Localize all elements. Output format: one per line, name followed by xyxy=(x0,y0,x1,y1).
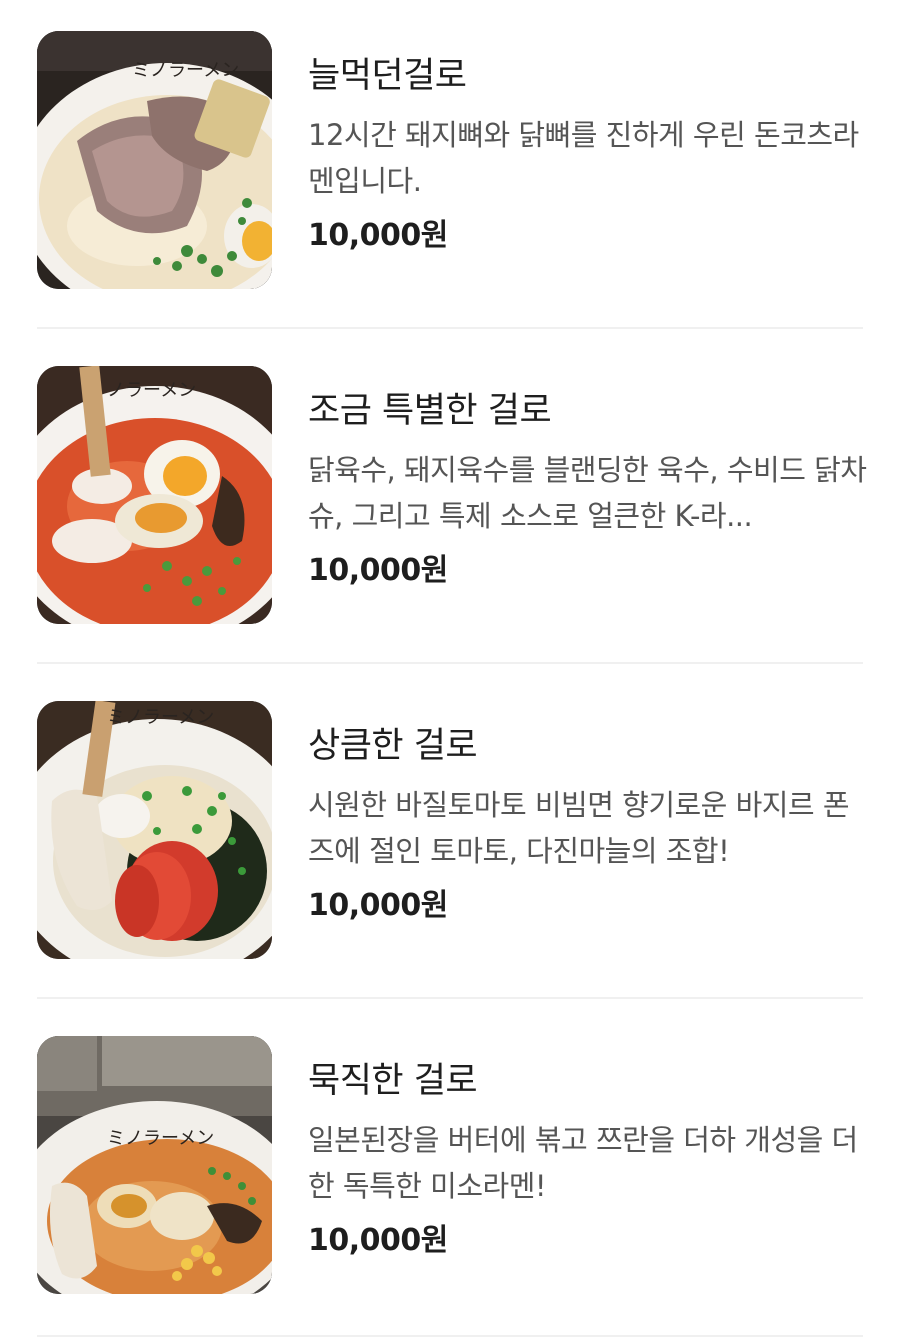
menu-item-photo: ミノラーメン xyxy=(37,701,272,959)
menu-item-description: 시원한 바질토마토 비빔면 향기로운 바지르 폰즈에 절인 토마토, 다진마늘의… xyxy=(308,788,850,868)
bowl-label: ノラーメン xyxy=(107,380,196,401)
divider xyxy=(37,662,863,664)
menu-item-description: 닭육수, 돼지육수를 블랜딩한 육수, 수비드 닭차슈, 그리고 특제 소스로 … xyxy=(308,453,867,533)
menu-item-price: 10,000원 xyxy=(308,1223,448,1258)
spicy-ramen-photo: ノラーメン xyxy=(37,366,272,624)
menu-item-description: 일본된장을 버터에 볶고 쯔란을 더하 개성을 더한 독특한 미소라멘! xyxy=(308,1123,858,1203)
menu-item[interactable]: ノラーメン 조금 특별한 걸로 닭육수, 돼지육수를 블랜딩한 육수, 수비드 … xyxy=(0,335,900,670)
menu-item-photo: ノラーメン xyxy=(37,366,272,624)
tomato-mazemen-photo: ミノラーメン xyxy=(37,701,272,959)
divider xyxy=(37,327,863,329)
menu-item[interactable]: ミノラーメン 늘먹던걸로 12시간 돼지뼈와 닭뼈를 진하게 우린 돈코츠라멘입… xyxy=(0,0,900,335)
menu-item-description: 12시간 돼지뼈와 닭뼈를 진하게 우린 돈코츠라멘입니다. xyxy=(308,118,859,198)
menu-item-info: 조금 특별한 걸로 닭육수, 돼지육수를 블랜딩한 육수, 수비드 닭차슈, 그… xyxy=(308,387,868,591)
divider xyxy=(37,997,863,999)
menu-item-name: 조금 특별한 걸로 xyxy=(308,391,552,431)
menu-item-price: 10,000원 xyxy=(308,553,448,588)
menu-list: ミノラーメン 늘먹던걸로 12시간 돼지뼈와 닭뼈를 진하게 우린 돈코츠라멘입… xyxy=(0,0,900,1337)
menu-item-price: 10,000원 xyxy=(308,218,448,253)
menu-item-price: 10,000원 xyxy=(308,888,448,923)
bowl-label: ミノラーメン xyxy=(107,1128,214,1149)
bowl-label: ミノラーメン xyxy=(132,60,239,81)
menu-item-name: 늘먹던걸로 xyxy=(308,56,467,96)
bowl-label: ミノラーメン xyxy=(107,707,214,728)
menu-item-info: 늘먹던걸로 12시간 돼지뼈와 닭뼈를 진하게 우린 돈코츠라멘입니다. 10,… xyxy=(308,52,868,256)
menu-item[interactable]: ミノラーメン 묵직한 걸로 일본된장을 버터에 볶고 쯔란을 더하 개성을 더한… xyxy=(0,1005,900,1340)
tonkotsu-ramen-photo: ミノラーメン xyxy=(37,31,272,289)
miso-ramen-photo: ミノラーメン xyxy=(37,1036,272,1294)
menu-item-name: 묵직한 걸로 xyxy=(308,1061,478,1101)
menu-item-name: 상큼한 걸로 xyxy=(308,726,478,766)
menu-item-info: 묵직한 걸로 일본된장을 버터에 볶고 쯔란을 더하 개성을 더한 독특한 미소… xyxy=(308,1057,868,1261)
menu-item-photo: ミノラーメン xyxy=(37,31,272,289)
menu-item-photo: ミノラーメン xyxy=(37,1036,272,1294)
menu-item-info: 상큼한 걸로 시원한 바질토마토 비빔면 향기로운 바지르 폰즈에 절인 토마토… xyxy=(308,722,868,926)
menu-item[interactable]: ミノラーメン 상큼한 걸로 시원한 바질토마토 비빔면 향기로운 바지르 폰즈에… xyxy=(0,670,900,1005)
